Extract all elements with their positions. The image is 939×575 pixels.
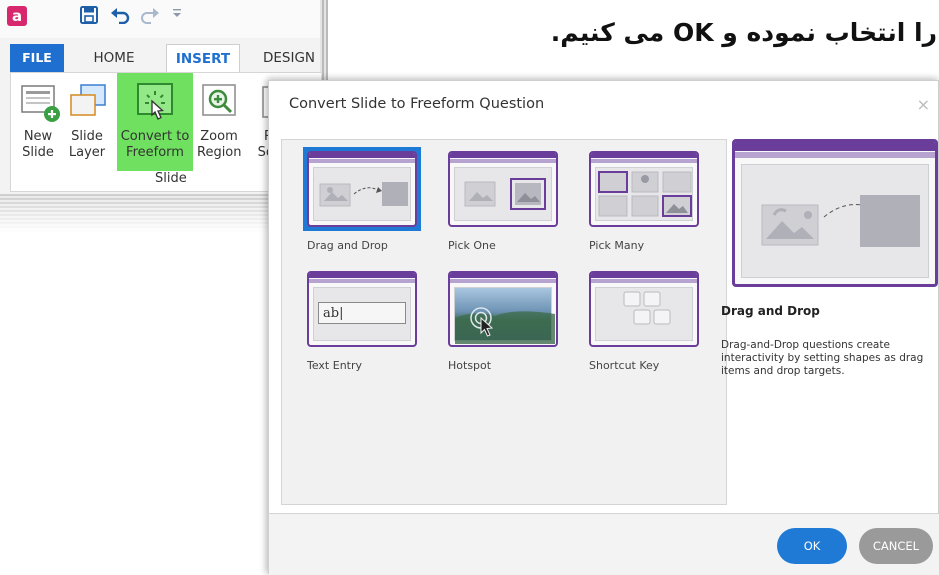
dialog-footer: OK CANCEL xyxy=(269,514,939,575)
question-type-label: Pick Many xyxy=(589,239,645,252)
question-type-label: Shortcut Key xyxy=(589,359,660,372)
preview-title: Drag and Drop xyxy=(721,304,820,318)
slide-layer-icon xyxy=(70,84,106,116)
save-icon[interactable] xyxy=(80,6,98,28)
instruction-caption: را انتخاب نموده و OK می کنیم. xyxy=(550,18,937,47)
hotspot-icon xyxy=(455,307,555,344)
preview-description: Drag-and-Drop questions create interacti… xyxy=(721,339,924,377)
question-type-shortcut-key[interactable]: Shortcut Key xyxy=(589,271,701,372)
zoom-region-button[interactable]: Zoom Region xyxy=(197,73,242,171)
ok-button[interactable]: OK xyxy=(777,528,847,564)
ribbon-tabs: FILE HOME INSERT DESIGN xyxy=(0,44,320,73)
pick-one-thumbnail xyxy=(448,151,558,227)
keyboard-keys-icon xyxy=(623,291,671,325)
customize-toolbar-icon[interactable] xyxy=(172,6,182,26)
undo-icon[interactable] xyxy=(110,6,130,28)
question-type-pick-many[interactable]: Pick Many xyxy=(589,151,701,252)
tab-home[interactable]: HOME xyxy=(84,44,144,72)
ribbon-group-label: Slide xyxy=(155,171,187,186)
app-logo-icon: a xyxy=(7,6,27,26)
new-slide-label: New Slide xyxy=(22,129,54,160)
text-entry-thumbnail: ab| xyxy=(307,271,417,347)
shortcut-key-thumbnail xyxy=(589,271,699,347)
question-type-drag-and-drop[interactable]: Drag and Drop xyxy=(303,147,421,252)
question-type-hotspot[interactable]: Hotspot xyxy=(448,271,560,372)
text-entry-sample: ab| xyxy=(318,302,406,324)
question-type-label: Drag and Drop xyxy=(307,239,388,252)
dialog-title: Convert Slide to Freeform Question xyxy=(289,96,545,112)
question-type-pick-one[interactable]: Pick One xyxy=(448,151,560,252)
drag-and-drop-icon xyxy=(319,182,408,207)
question-type-preview xyxy=(732,139,938,287)
drag-and-drop-preview-icon xyxy=(761,195,920,247)
question-type-gallery: Drag and Drop Pick One Pick Many ab| Tex… xyxy=(281,139,727,505)
question-type-text-entry[interactable]: ab| Text Entry xyxy=(307,271,419,372)
convert-to-freeform-label: Convert to Freeform xyxy=(120,129,190,160)
new-slide-icon xyxy=(21,85,60,122)
quick-access-toolbar: a xyxy=(0,0,320,38)
pick-many-icon xyxy=(598,171,692,217)
question-type-label: Hotspot xyxy=(448,359,492,372)
slide-layer-label: Slide Layer xyxy=(68,129,106,160)
zoom-region-label: Zoom Region xyxy=(197,129,242,160)
zoom-region-icon xyxy=(202,84,236,116)
hotspot-thumbnail xyxy=(448,271,558,347)
cancel-button[interactable]: CANCEL xyxy=(859,528,933,564)
drag-and-drop-thumbnail xyxy=(307,151,417,227)
new-slide-button[interactable]: New Slide xyxy=(15,73,61,171)
tab-file[interactable]: FILE xyxy=(10,44,64,72)
redo-icon[interactable] xyxy=(140,6,160,28)
pick-one-icon xyxy=(464,178,546,210)
question-type-label: Text Entry xyxy=(307,359,363,372)
pick-many-thumbnail xyxy=(589,151,699,227)
tab-design[interactable]: DESIGN xyxy=(254,44,324,72)
tab-insert[interactable]: INSERT xyxy=(166,44,240,73)
convert-to-freeform-button[interactable]: Convert to Freeform xyxy=(117,73,193,171)
close-icon[interactable]: × xyxy=(917,95,930,114)
freeform-click-icon xyxy=(137,83,173,120)
slide-layer-button[interactable]: Slide Layer xyxy=(63,73,111,171)
convert-slide-dialog: Convert Slide to Freeform Question × Dra… xyxy=(268,80,939,575)
question-type-label: Pick One xyxy=(448,239,496,252)
